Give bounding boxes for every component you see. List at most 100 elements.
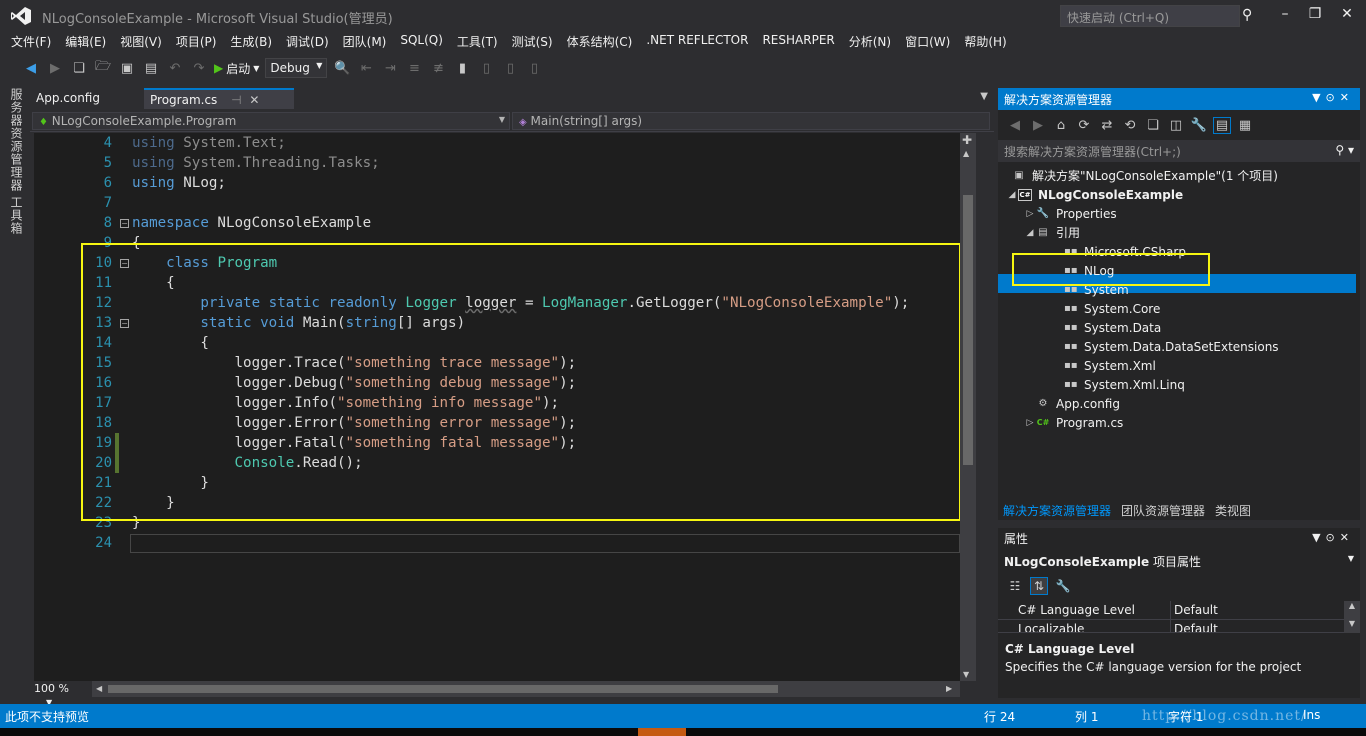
editor-vertical-scrollbar[interactable]: ✚ ▲ ▼ bbox=[960, 133, 976, 681]
save-icon[interactable]: ▣ bbox=[118, 61, 136, 76]
sync-icon[interactable]: ⇄ bbox=[1098, 118, 1116, 133]
class-diagram-icon[interactable]: ▦ bbox=[1236, 118, 1254, 133]
save-all-icon[interactable]: ▤ bbox=[142, 61, 160, 76]
property-value[interactable]: Default bbox=[1174, 622, 1218, 632]
menu-file[interactable]: 文件(F) bbox=[4, 32, 58, 52]
tab-team-explorer[interactable]: 团队资源管理器 bbox=[1116, 500, 1210, 520]
tree-ref-item[interactable]: ▪▪ System.Xml bbox=[1064, 356, 1156, 375]
uncomment-icon[interactable]: ≢ bbox=[429, 61, 447, 76]
menu-help[interactable]: 帮助(H) bbox=[957, 32, 1013, 52]
expanded-icon[interactable]: ◢ bbox=[1006, 190, 1018, 200]
property-value[interactable]: Default bbox=[1174, 603, 1218, 617]
tab-program-cs[interactable]: Program.cs ⊣ ✕ bbox=[144, 88, 294, 109]
menu-view[interactable]: 视图(V) bbox=[113, 32, 169, 52]
menu-build[interactable]: 生成(B) bbox=[223, 32, 279, 52]
tree-properties[interactable]: ▷ 🔧 Properties bbox=[1024, 204, 1117, 223]
properties-wrench-icon[interactable]: 🔧 bbox=[1190, 118, 1208, 133]
solution-search-input[interactable]: 搜索解决方案资源管理器(Ctrl+;) ⚲ ▾ bbox=[998, 140, 1360, 162]
alphabetical-icon[interactable]: ⇅ bbox=[1030, 577, 1048, 595]
menu-debug[interactable]: 调试(D) bbox=[279, 32, 336, 52]
find-in-files-icon[interactable]: 🔍 bbox=[333, 61, 351, 76]
collapsed-icon[interactable]: ▷ bbox=[1024, 418, 1036, 428]
bookmark-icon[interactable]: ▮ bbox=[453, 61, 471, 76]
menu-tools[interactable]: 工具(T) bbox=[450, 32, 505, 52]
property-pages-icon[interactable]: 🔧 bbox=[1054, 577, 1072, 595]
menu-net-reflector[interactable]: .NET REFLECTOR bbox=[639, 32, 755, 52]
tab-app-config[interactable]: App.config bbox=[30, 88, 140, 109]
scroll-down-icon[interactable]: ▼ bbox=[963, 670, 969, 679]
collapse-all-icon[interactable]: ❏ bbox=[1144, 118, 1162, 133]
menu-team[interactable]: 团队(M) bbox=[336, 32, 394, 52]
forward-icon[interactable]: ▶ bbox=[1029, 118, 1047, 133]
menu-window[interactable]: 窗口(W) bbox=[898, 32, 957, 52]
menu-edit[interactable]: 编辑(E) bbox=[58, 32, 113, 52]
menu-sql[interactable]: SQL(Q) bbox=[393, 32, 450, 52]
start-debug-button[interactable]: ▶ 启动 ▼ bbox=[214, 60, 259, 77]
new-project-icon[interactable]: ❏ bbox=[70, 61, 88, 76]
back-icon[interactable]: ◀ bbox=[1006, 118, 1024, 133]
back-icon[interactable]: ◀ bbox=[22, 61, 40, 76]
toolbox-tab[interactable]: 工具箱 bbox=[8, 196, 25, 235]
redo-icon[interactable]: ↷ bbox=[190, 61, 208, 76]
tree-ref-item[interactable]: ▪▪ System.Data.DataSetExtensions bbox=[1064, 337, 1279, 356]
search-icon[interactable]: ⚲ bbox=[1242, 7, 1260, 25]
tab-overflow-icon[interactable]: ▼ bbox=[980, 91, 988, 102]
indent-icon[interactable]: ⇤ bbox=[357, 61, 375, 76]
scroll-up-icon[interactable]: ▲ bbox=[963, 149, 969, 158]
preview-icon[interactable]: ▤ bbox=[1213, 116, 1231, 134]
panel-window-buttons[interactable]: ▼⊙✕ bbox=[1312, 91, 1354, 104]
property-row[interactable]: C# Language Level Default bbox=[998, 601, 1344, 620]
scroll-left-icon[interactable]: ◀ bbox=[96, 684, 102, 693]
collapse-icon[interactable]: − bbox=[120, 219, 129, 228]
tree-program-cs[interactable]: ▷ C# Program.cs bbox=[1024, 413, 1124, 432]
properties-scrollbar[interactable]: ▲ ▼ bbox=[1344, 601, 1360, 633]
refresh-icon[interactable]: ⟲ bbox=[1121, 118, 1139, 133]
close-icon[interactable]: ✕ bbox=[249, 93, 259, 107]
scroll-right-icon[interactable]: ▶ bbox=[946, 684, 952, 693]
tab-solution-explorer[interactable]: 解决方案资源管理器 bbox=[998, 500, 1116, 520]
expanded-icon[interactable]: ◢ bbox=[1024, 228, 1036, 238]
tree-ref-item[interactable]: ▪▪ System.Data bbox=[1064, 318, 1161, 337]
tree-solution[interactable]: ▣ 解决方案"NLogConsoleExample"(1 个项目) bbox=[1012, 166, 1278, 185]
open-file-icon[interactable]: 🗁 bbox=[94, 57, 112, 79]
menu-resharper[interactable]: RESHARPER bbox=[755, 32, 841, 52]
menu-project[interactable]: 项目(P) bbox=[169, 32, 224, 52]
forward-icon[interactable]: ▶ bbox=[46, 61, 64, 76]
tree-ref-item[interactable]: ▪▪ System.Core bbox=[1064, 299, 1160, 318]
scroll-thumb[interactable] bbox=[108, 685, 778, 693]
menu-test[interactable]: 测试(S) bbox=[505, 32, 560, 52]
tree-app-config[interactable]: ⚙ App.config bbox=[1036, 394, 1120, 413]
categorized-icon[interactable]: ☷ bbox=[1006, 577, 1024, 595]
minimize-button[interactable]: – bbox=[1270, 4, 1300, 26]
editor-horizontal-scrollbar[interactable]: 100 % ▼ ◀ ▶ bbox=[30, 681, 960, 707]
split-icon[interactable]: ✚ bbox=[962, 133, 972, 147]
member-dropdown[interactable]: ◈ Main(string[] args) bbox=[512, 112, 990, 130]
panel-window-buttons[interactable]: ▼⊙✕ bbox=[1312, 531, 1354, 544]
collapsed-icon[interactable]: ▷ bbox=[1024, 209, 1036, 219]
taskbar-app-icon[interactable] bbox=[638, 728, 686, 736]
properties-object-selector[interactable]: NLogConsoleExample 项目属性 ▼ bbox=[998, 550, 1360, 572]
undo-icon[interactable]: ↶ bbox=[166, 61, 184, 76]
next-bookmark-icon[interactable]: ▯ bbox=[501, 61, 519, 76]
restore-button[interactable]: ❐ bbox=[1300, 4, 1330, 26]
type-dropdown[interactable]: ♦ NLogConsoleExample.Program ▼ bbox=[32, 112, 510, 130]
show-all-files-icon[interactable]: ◫ bbox=[1167, 118, 1185, 133]
solution-config-dropdown[interactable]: Debug ▼ bbox=[265, 58, 328, 78]
scroll-thumb[interactable] bbox=[963, 195, 973, 465]
server-explorer-tab[interactable]: 服务器资源管理器 bbox=[8, 88, 25, 192]
menu-architecture[interactable]: 体系结构(C) bbox=[560, 32, 640, 52]
close-button[interactable]: ✕ bbox=[1332, 4, 1362, 26]
tree-references[interactable]: ◢ ▤ 引用 bbox=[1024, 223, 1080, 242]
tab-class-view[interactable]: 类视图 bbox=[1210, 500, 1256, 520]
pin-icon[interactable]: ⊣ bbox=[231, 93, 241, 107]
prev-bookmark-icon[interactable]: ▯ bbox=[477, 61, 495, 76]
quick-launch-input[interactable]: 快速启动 (Ctrl+Q) bbox=[1060, 5, 1240, 27]
history-icon[interactable]: ⟳ bbox=[1075, 118, 1093, 133]
outdent-icon[interactable]: ⇥ bbox=[381, 61, 399, 76]
search-icon[interactable]: ⚲ ▾ bbox=[1335, 143, 1354, 157]
home-icon[interactable]: ⌂ bbox=[1052, 118, 1070, 133]
comment-icon[interactable]: ≡ bbox=[405, 61, 423, 76]
menu-analyze[interactable]: 分析(N) bbox=[842, 32, 898, 52]
zoom-dropdown[interactable]: 100 % ▼ bbox=[30, 681, 92, 707]
tree-ref-item[interactable]: ▪▪ System.Xml.Linq bbox=[1064, 375, 1185, 394]
